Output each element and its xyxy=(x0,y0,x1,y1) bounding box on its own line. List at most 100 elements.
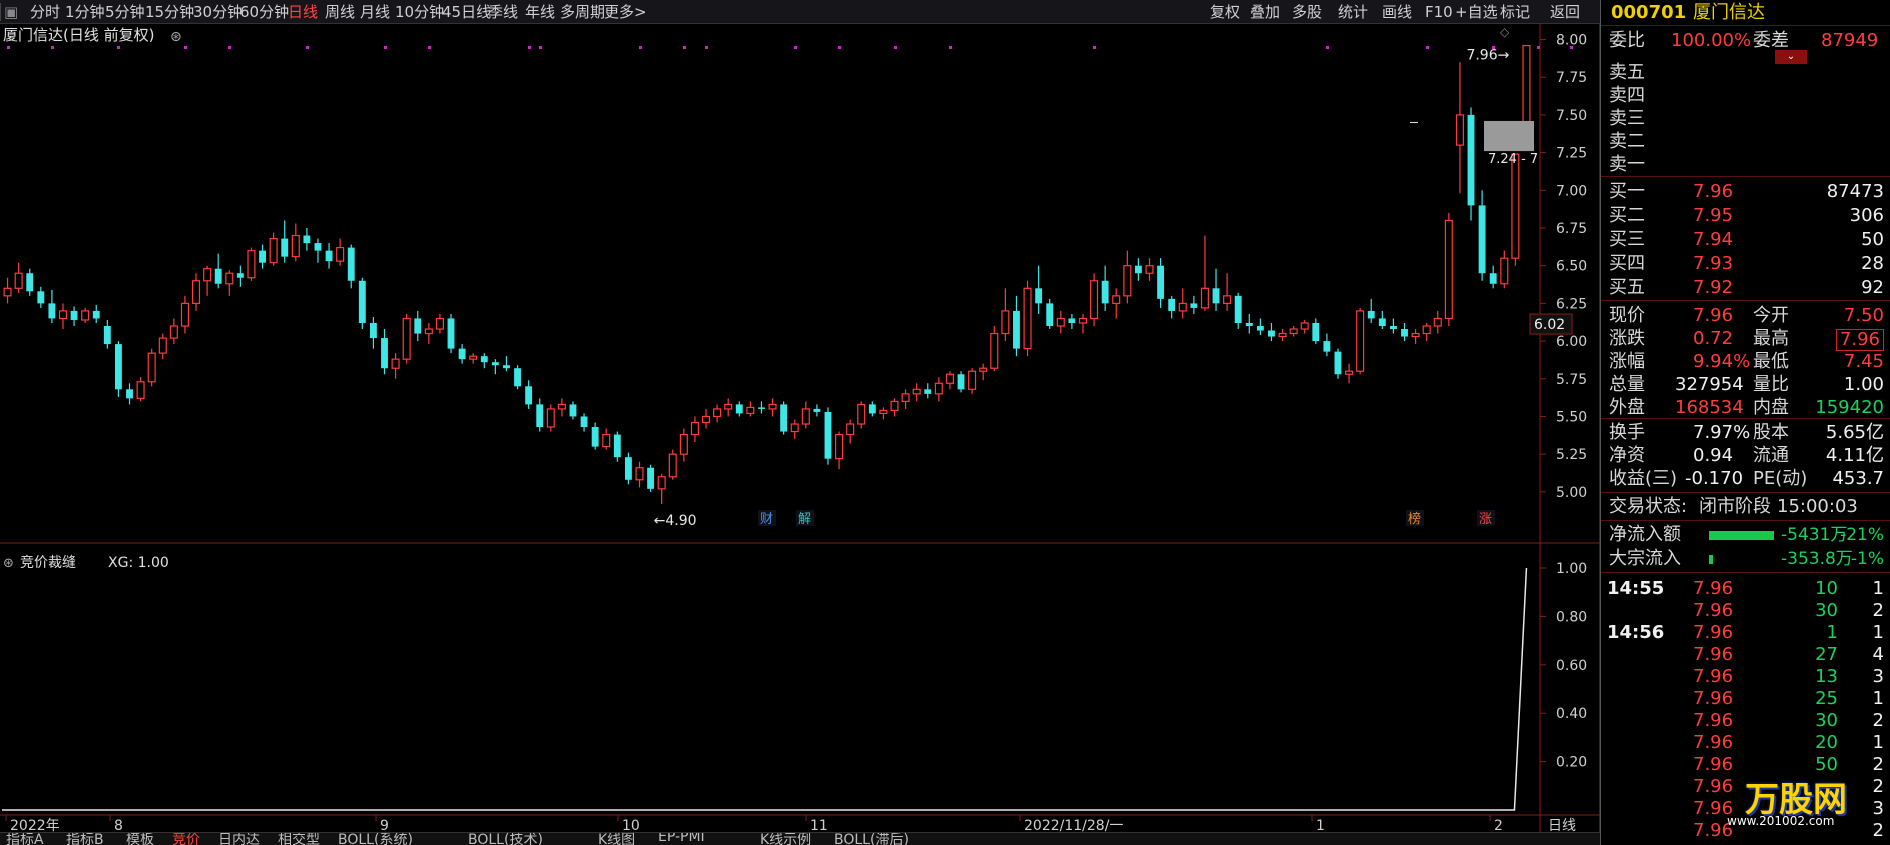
indicator-tab[interactable]: 日内达 xyxy=(218,833,260,845)
signal-dot xyxy=(838,46,841,49)
indicator-tab[interactable]: BOLL(技术) xyxy=(468,833,543,845)
sub-tick-label: 0.20 xyxy=(1556,755,1587,771)
candle-body xyxy=(868,404,876,414)
candle-body xyxy=(790,423,799,433)
toolbar-button[interactable]: 返回 xyxy=(1550,0,1580,24)
event-marker-label[interactable]: 涨 xyxy=(1479,512,1492,527)
signal-dot xyxy=(894,46,897,49)
candle-body xyxy=(1023,287,1032,350)
period-tab[interactable]: 季线 xyxy=(488,0,518,24)
candle-body xyxy=(1500,257,1509,285)
candle-body xyxy=(735,404,743,414)
candle-body xyxy=(1323,341,1331,352)
event-marker-label[interactable]: 财 xyxy=(760,512,773,527)
candle-body xyxy=(746,406,755,415)
candle-body xyxy=(1256,326,1264,331)
period-tab[interactable]: 日线 xyxy=(288,0,318,24)
candle-body xyxy=(1356,310,1365,372)
period-tab[interactable]: 5分钟 xyxy=(105,0,145,24)
indicator-tab[interactable]: 指标A xyxy=(6,833,44,845)
candle-body xyxy=(713,408,722,418)
dropdown-arrow-icon[interactable]: ▣ xyxy=(4,0,18,24)
candle-body xyxy=(1300,322,1309,330)
buy-level-price: 7.96 xyxy=(1693,181,1734,202)
candle-body xyxy=(912,388,921,395)
candle-body xyxy=(37,291,45,304)
indicator-tab[interactable]: K线图 xyxy=(598,833,635,845)
candle-body xyxy=(1312,322,1320,342)
toolbar-button[interactable]: 叠加 xyxy=(1250,0,1280,24)
period-tab[interactable]: 15分钟 xyxy=(145,0,194,24)
candle-body xyxy=(247,250,256,279)
candle-body xyxy=(259,250,266,263)
period-tab[interactable]: 多周期 xyxy=(560,0,605,24)
indicator-tab[interactable]: K线示例 xyxy=(760,833,811,845)
event-marker-label[interactable]: 解 xyxy=(798,512,811,527)
price-tick-label: 6.75 xyxy=(1556,221,1587,237)
candle-body xyxy=(657,476,666,490)
period-tab[interactable]: 1分钟 xyxy=(65,0,105,24)
candle-body xyxy=(514,368,521,387)
buy-level-price: 7.93 xyxy=(1693,253,1734,274)
candle-body xyxy=(780,404,788,432)
candle-body xyxy=(347,247,355,281)
indicator-tab[interactable]: 模板 xyxy=(126,833,154,845)
toolbar-button[interactable]: 复权 xyxy=(1210,0,1240,24)
period-tab[interactable]: 更多> xyxy=(604,0,647,24)
indicator-tab[interactable]: 相交型 xyxy=(278,833,320,845)
candle-body xyxy=(1112,295,1121,304)
indicator-tabs[interactable]: 指标A 指标B 模板 竞价 日内达 相交型 BOLL(系统) BOLL(技术) K线图 EP-PM… xyxy=(0,832,1600,845)
quote-label: 总量 xyxy=(1609,374,1645,395)
candle-body xyxy=(136,381,145,399)
candle-body xyxy=(835,433,844,460)
indicator-tab[interactable]: BOLL(系统) xyxy=(338,833,413,845)
chevron-down-icon[interactable]: ⌄ xyxy=(1775,50,1807,64)
signal-dot xyxy=(184,46,187,49)
toolbar-button[interactable]: +自选 xyxy=(1455,0,1498,24)
stat-label: 收益(三) xyxy=(1609,468,1678,489)
indicator-tab[interactable]: BOLL(滞后) xyxy=(834,833,909,845)
quote-label: 最高 xyxy=(1753,328,1789,349)
period-tab[interactable]: 30分钟 xyxy=(193,0,242,24)
period-tab[interactable]: 分时 xyxy=(30,0,60,24)
candle-body xyxy=(424,328,433,335)
subchart-options-icon[interactable]: ⊛ xyxy=(3,556,14,571)
period-tab[interactable]: 10分钟 xyxy=(395,0,444,24)
quote-label: 现价 xyxy=(1609,305,1645,326)
quote-label: 涨幅 xyxy=(1609,351,1645,372)
toolbar-button[interactable]: 多股 xyxy=(1292,0,1322,24)
candle-body xyxy=(1123,265,1132,297)
indicator-tab[interactable]: 竞价 xyxy=(172,833,200,845)
period-tab[interactable]: 周线 xyxy=(325,0,355,24)
tick-price: 7.96 xyxy=(1693,710,1734,731)
candle-body xyxy=(203,268,212,282)
kline-chart[interactable]: 厦门信达(日线 前复权) ⊛ 8.007.757.507.257.006.756.5… xyxy=(0,24,1600,832)
toolbar-button[interactable]: F10 xyxy=(1425,0,1453,24)
period-tab[interactable]: 60分钟 xyxy=(240,0,289,24)
period-toolbar: 分时 1分钟 5分钟 15分钟 30分钟 60分钟 日线 周线 月线 10分钟 45日线 季线 年线 多周… xyxy=(0,0,1600,24)
quote-value: 168534 xyxy=(1675,397,1744,418)
tick-count: 4 xyxy=(1872,644,1884,665)
toolbar-button[interactable]: 统计 xyxy=(1338,0,1368,24)
candle-body xyxy=(1334,351,1342,375)
candle-body xyxy=(169,325,178,339)
options-icon[interactable]: ⊛ xyxy=(170,29,182,45)
toolbar-button[interactable]: 标记 xyxy=(1500,0,1530,24)
period-tab[interactable]: 月线 xyxy=(360,0,390,24)
indicator-tab[interactable]: 指标B xyxy=(66,833,104,845)
tick-vol: 30 xyxy=(1815,600,1838,621)
sell-level-label: 卖二 xyxy=(1609,131,1645,152)
sub-tick-label: 0.80 xyxy=(1556,609,1587,625)
indicator-tab[interactable]: EP-PMI xyxy=(658,833,705,845)
flow-label: 大宗流入 xyxy=(1609,548,1681,569)
candle-body xyxy=(1455,114,1464,146)
event-marker-label[interactable]: 榜 xyxy=(1408,511,1421,527)
buy-level-label: 买一 xyxy=(1609,181,1645,202)
toolbar-button[interactable]: 画线 xyxy=(1382,0,1412,24)
period-tab[interactable]: 年线 xyxy=(525,0,555,24)
candle-body xyxy=(114,344,122,390)
stat-value: 4.11亿 xyxy=(1825,445,1884,466)
period-tab[interactable]: 45日线 xyxy=(442,0,491,24)
diamond-icon: ◇ xyxy=(1500,25,1510,39)
x-axis-label: 8 xyxy=(114,818,123,832)
